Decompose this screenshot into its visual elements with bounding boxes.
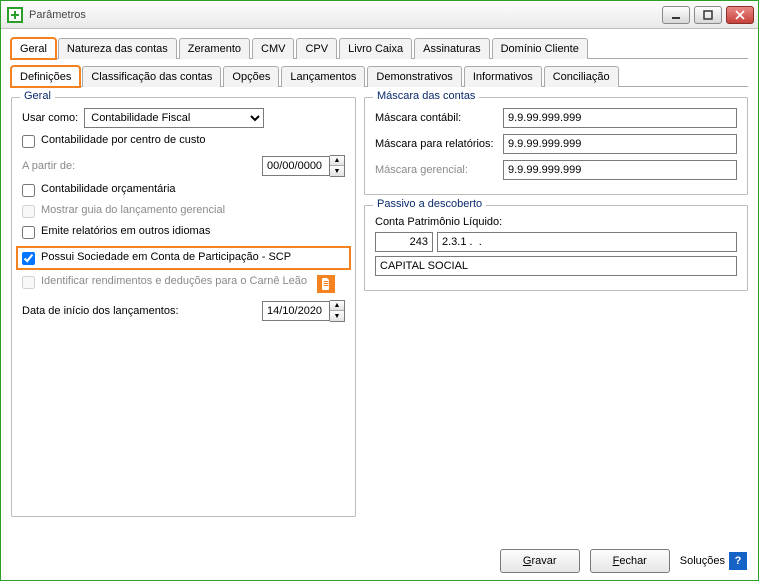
label-scp: Possui Sociedade em Conta de Participaçã… [41, 251, 291, 263]
tabs-sub: DefiniçõesClassificação das contasOpções… [11, 65, 748, 87]
tabs-main: GeralNatureza das contasZeramentoCMVCPVL… [11, 37, 748, 59]
tab-main-assin[interactable]: Assinaturas [414, 38, 489, 59]
tab-sub-lanc[interactable]: Lançamentos [281, 66, 365, 87]
tab-main-livro[interactable]: Livro Caixa [339, 38, 412, 59]
checkbox-orcamentaria[interactable] [22, 184, 35, 197]
mascara-gerencial-input[interactable] [503, 160, 737, 180]
passivo-conta-name[interactable] [375, 256, 737, 276]
mascara-relatorios-input[interactable] [503, 134, 737, 154]
a-partir-de-label: A partir de: [22, 160, 256, 172]
data-inicio-spin-up[interactable]: ▲ [330, 301, 344, 311]
group-geral-title: Geral [20, 90, 55, 102]
content-area: GeralNatureza das contasZeramentoCMVCPVL… [1, 29, 758, 535]
titlebar: Parâmetros [1, 1, 758, 29]
maximize-button[interactable] [694, 6, 722, 24]
tab-main-cpv[interactable]: CPV [296, 38, 337, 59]
label-mostrar-guia: Mostrar guia do lançamento gerencial [41, 204, 225, 216]
label-centro-custo: Contabilidade por centro de custo [41, 134, 206, 146]
tab-main-geral[interactable]: Geral [11, 38, 56, 59]
tab-sub-opcoes[interactable]: Opções [223, 66, 279, 87]
window-buttons [662, 6, 754, 24]
usar-como-label: Usar como: [22, 112, 78, 124]
passivo-conta-num[interactable] [375, 232, 433, 252]
passivo-conta-label: Conta Patrimônio Líquido: [375, 216, 502, 228]
gravar-button[interactable]: Gravar [500, 549, 580, 573]
footer: Gravar Fechar Soluções ? [500, 549, 747, 573]
a-partir-de-input[interactable] [262, 156, 330, 176]
close-button[interactable] [726, 6, 754, 24]
a-partir-de-spin-down[interactable]: ▼ [330, 166, 344, 176]
data-inicio-label: Data de início dos lançamentos: [22, 305, 256, 317]
mascara-gerencial-label: Máscara gerencial: [375, 164, 503, 176]
fechar-button[interactable]: Fechar [590, 549, 670, 573]
checkbox-centro-custo[interactable] [22, 135, 35, 148]
tab-sub-class[interactable]: Classificação das contas [82, 66, 221, 87]
solucoes-label: Soluções [680, 555, 725, 567]
tab-main-dominio[interactable]: Domínio Cliente [492, 38, 588, 59]
window-title: Parâmetros [29, 9, 662, 21]
usar-como-select[interactable]: Contabilidade Fiscal [84, 108, 264, 128]
tab-sub-definicoes[interactable]: Definições [11, 66, 80, 87]
passivo-conta-code[interactable] [437, 232, 737, 252]
group-geral: Geral Usar como: Contabilidade Fiscal Co… [11, 97, 356, 517]
app-icon [7, 7, 23, 23]
checkbox-scp[interactable] [22, 252, 35, 265]
carne-leao-badge-icon[interactable] [317, 275, 335, 293]
tab-main-zeramento[interactable]: Zeramento [179, 38, 250, 59]
group-passivo-title: Passivo a descoberto [373, 198, 486, 210]
help-icon: ? [729, 552, 747, 570]
mascara-contabil-input[interactable] [503, 108, 737, 128]
checkbox-outros-idiomas[interactable] [22, 226, 35, 239]
tab-sub-concil[interactable]: Conciliação [544, 66, 619, 87]
tab-main-natureza[interactable]: Natureza das contas [58, 38, 177, 59]
mascara-relatorios-label: Máscara para relatórios: [375, 138, 503, 150]
solucoes-link[interactable]: Soluções ? [680, 552, 747, 570]
data-inicio-input[interactable] [262, 301, 330, 321]
minimize-button[interactable] [662, 6, 690, 24]
tab-main-cmv[interactable]: CMV [252, 38, 294, 59]
label-outros-idiomas: Emite relatórios em outros idiomas [41, 225, 210, 237]
a-partir-de-spin-up[interactable]: ▲ [330, 156, 344, 166]
mascara-contabil-label: Máscara contábil: [375, 112, 503, 124]
label-orcamentaria: Contabilidade orçamentária [41, 183, 176, 195]
group-mascara: Máscara das contas Máscara contábil: Más… [364, 97, 748, 195]
checkbox-carne-leao [22, 276, 35, 289]
data-inicio-spin-down[interactable]: ▼ [330, 311, 344, 321]
checkbox-mostrar-guia [22, 205, 35, 218]
tab-sub-demo[interactable]: Demonstrativos [367, 66, 461, 87]
label-carne-leao: Identificar rendimentos e deduções para … [41, 275, 307, 287]
group-mascara-title: Máscara das contas [373, 90, 479, 102]
group-passivo: Passivo a descoberto Conta Patrimônio Lí… [364, 205, 748, 291]
tab-sub-info[interactable]: Informativos [464, 66, 542, 87]
